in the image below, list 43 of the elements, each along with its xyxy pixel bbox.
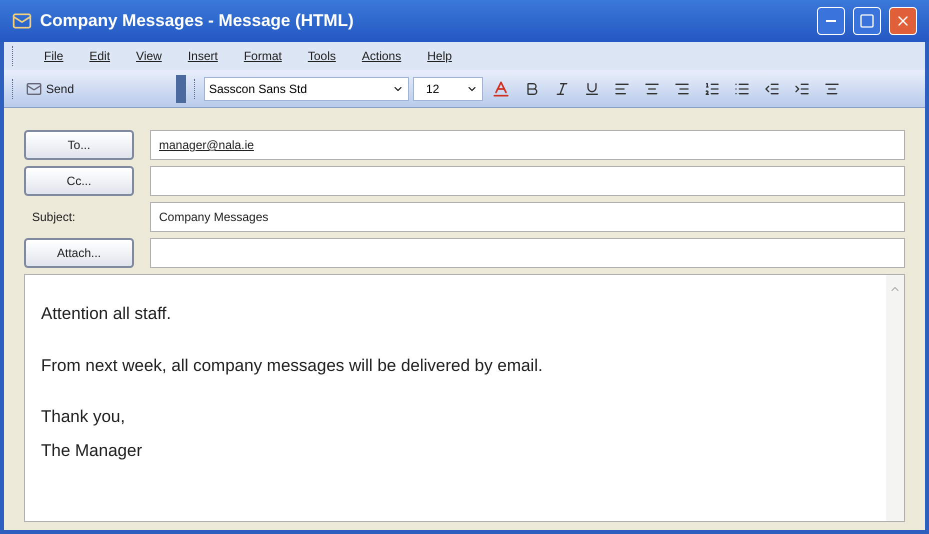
body-text: Thank you,: [41, 406, 126, 428]
message-body[interactable]: Attention all staff. From next week, all company messages will be delivered by email. Thank you, The Manager: [24, 274, 905, 522]
body-text: From next week, all company messages will be delivered by email.: [41, 354, 544, 376]
menu-item[interactable]: View: [136, 47, 162, 65]
input-field[interactable]: [150, 166, 905, 196]
bullet-list-icon: [734, 80, 750, 96]
numbered-list-icon: [704, 80, 720, 96]
font-dropdown[interactable]: Sasscon Sans Std: [204, 76, 409, 100]
align-right-icon: [674, 80, 690, 96]
input-field[interactable]: [150, 238, 905, 268]
align-left-icon: [614, 80, 630, 96]
menu-item[interactable]: Edit: [89, 47, 110, 65]
address-button[interactable]: To...: [24, 130, 134, 160]
menu-item[interactable]: Actions: [362, 47, 402, 65]
size-dropdown[interactable]: 12: [413, 76, 483, 100]
menu-item[interactable]: Insert: [188, 47, 218, 65]
address-button[interactable]: Attach...: [24, 238, 134, 268]
body-text: Attention all staff.: [41, 303, 172, 325]
menu-item[interactable]: Tools: [308, 47, 336, 65]
font-color-icon: [491, 78, 511, 98]
address-button[interactable]: Cc...: [24, 166, 134, 196]
body-text: The Manager: [41, 440, 144, 462]
input-field[interactable]: Company Messages: [150, 202, 905, 232]
increase-indent-icon: [794, 80, 810, 96]
underline-icon: [584, 80, 600, 96]
menu-item[interactable]: File: [44, 47, 64, 65]
minimize-button[interactable]: [817, 7, 845, 35]
scrollbar[interactable]: [886, 275, 904, 521]
minimize-icon: [826, 20, 836, 22]
decrease-indent-icon: [764, 80, 780, 96]
maximize-icon: [859, 13, 875, 29]
window-title: Company Messages - Message (HTML): [40, 10, 354, 32]
input-field[interactable]: manager@nala.ie: [150, 130, 905, 160]
send-button[interactable]: Send: [22, 80, 172, 98]
menu-item[interactable]: Help: [427, 47, 452, 65]
field-label: Subject:: [31, 209, 76, 226]
envelope-icon: [12, 11, 32, 31]
maximize-button[interactable]: [853, 7, 881, 35]
italic-icon: [554, 80, 570, 96]
close-button[interactable]: [889, 7, 917, 35]
envelope-icon: [26, 80, 42, 96]
align-center-icon: [644, 80, 660, 96]
menu-item[interactable]: Format: [244, 47, 282, 65]
